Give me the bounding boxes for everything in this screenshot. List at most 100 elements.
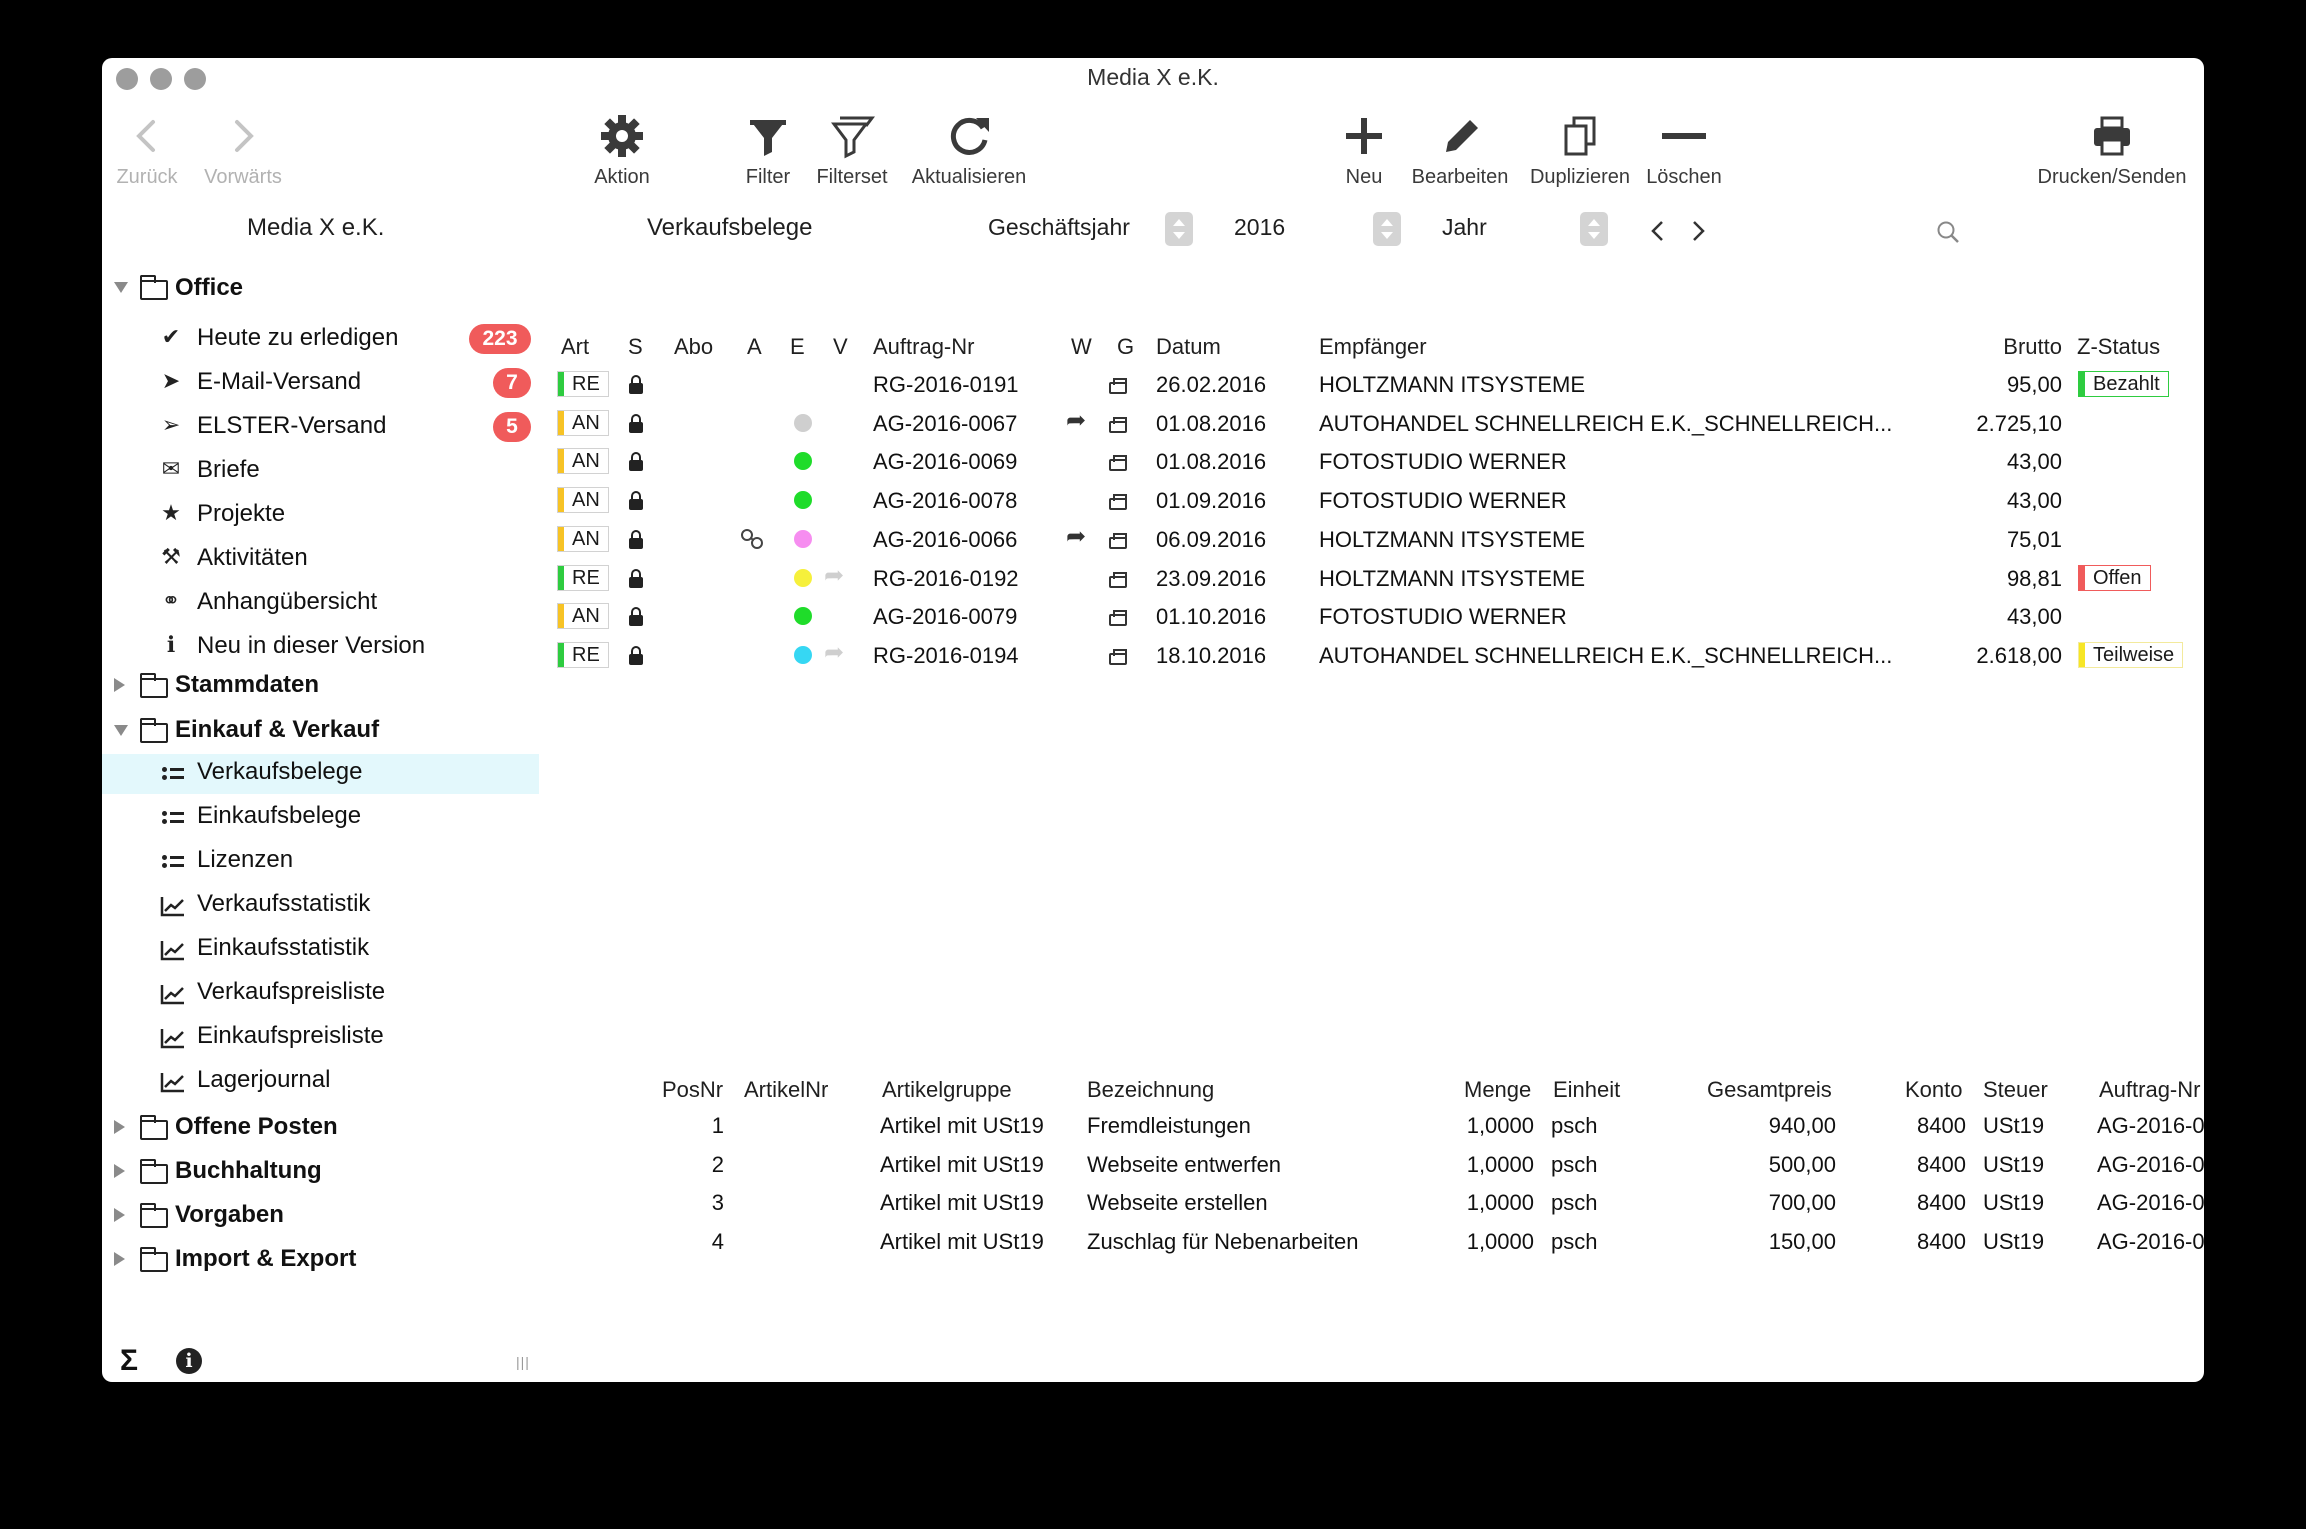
edit-button[interactable]: Bearbeiten: [1402, 110, 1518, 189]
column-header-brutto[interactable]: Brutto: [1902, 334, 2062, 360]
column-header-steuer[interactable]: Steuer: [1983, 1077, 2048, 1103]
recipient: HOLTZMANN ITSYSTEME: [1319, 372, 1586, 397]
disclosure-open-icon[interactable]: [114, 725, 128, 736]
column-header-art[interactable]: Art: [561, 334, 589, 360]
table-row[interactable]: AN AG-2016-0078 01.09.2016 FOTOSTUDIO WERNE…: [542, 482, 2192, 518]
disclosure-closed-icon[interactable]: [114, 1120, 125, 1134]
sidebar-item[interactable]: Einkaufsbelege: [102, 798, 539, 838]
forward-button[interactable]: Vorwärts: [198, 110, 288, 189]
sidebar-item[interactable]: Verkaufsstatistik: [102, 886, 539, 926]
disclosure-open-icon[interactable]: [114, 282, 128, 293]
column-header-e[interactable]: E: [790, 334, 805, 360]
table-row[interactable]: RE ➦ RG-2016-0194 18.10.2016 AUTOHANDEL SCHN…: [542, 637, 2192, 673]
table-row[interactable]: AN AG-2016-0067 ➦ 01.08.2016 AUTOHANDEL SCHN…: [542, 405, 2192, 441]
column-header-konto[interactable]: Konto: [1905, 1077, 1963, 1103]
sidebar-group-stammdaten[interactable]: Stammdaten: [175, 671, 319, 699]
lock-icon: [629, 491, 643, 511]
action-button[interactable]: Aktion: [582, 110, 662, 189]
disclosure-closed-icon[interactable]: [114, 1164, 125, 1178]
column-header-s[interactable]: S: [628, 334, 643, 360]
filter-button[interactable]: Filter: [738, 110, 798, 189]
table-row[interactable]: RE ➦ RG-2016-0192 23.09.2016 HOLTZMANN ITSYS…: [542, 560, 2192, 596]
column-header-datum[interactable]: Datum: [1156, 334, 1221, 360]
next-period-icon[interactable]: [1688, 218, 1708, 244]
column-header-einheit[interactable]: Einheit: [1553, 1077, 1620, 1103]
disclosure-closed-icon[interactable]: [114, 1208, 125, 1222]
sidebar-item[interactable]: Verkaufsbelege: [102, 754, 539, 794]
sidebar-item[interactable]: Einkaufspreisliste: [102, 1018, 539, 1058]
column-header-posnr[interactable]: PosNr: [662, 1077, 723, 1103]
table-row[interactable]: AN AG-2016-0069 01.08.2016 FOTOSTUDIO WERNE…: [542, 443, 2192, 479]
table-row[interactable]: 4 Artikel mit USt19 Zuschlag für Nebenarbe…: [542, 1223, 2204, 1259]
sidebar-item[interactable]: ⚭ Anhangübersicht: [102, 584, 539, 624]
duplicate-button[interactable]: Duplizieren: [1522, 110, 1638, 189]
sidebar-item[interactable]: Lizenzen: [102, 842, 539, 882]
sidebar-item[interactable]: Verkaufspreisliste: [102, 974, 539, 1014]
print-send-button[interactable]: Drucken/Senden: [2032, 110, 2192, 189]
fiscal-label-stepper[interactable]: [1165, 212, 1193, 246]
table-row[interactable]: 2 Artikel mit USt19 Webseite entwerfen 1,00…: [542, 1146, 2204, 1182]
company-name: Media X e.K.: [247, 214, 385, 241]
column-header-nr[interactable]: Auftrag-Nr: [2099, 1077, 2200, 1103]
delete-button[interactable]: Löschen: [1642, 110, 1726, 189]
new-button[interactable]: Neu: [1334, 110, 1394, 189]
refresh-label: Aktualisieren: [911, 166, 1027, 188]
sidebar-item[interactable]: ➢ ELSTER-Versand 5: [102, 408, 539, 448]
column-header-abo[interactable]: Abo: [674, 334, 713, 360]
sidebar-group-import-export[interactable]: Import & Export: [175, 1245, 356, 1273]
sidebar-group-einkauf-verkauf[interactable]: Einkauf & Verkauf: [175, 716, 379, 744]
period-stepper[interactable]: [1580, 212, 1608, 246]
column-header-nr[interactable]: Auftrag-Nr: [873, 334, 974, 360]
column-header-g[interactable]: G: [1117, 334, 1134, 360]
column-header-gesamt[interactable]: Gesamtpreis: [1707, 1077, 1832, 1103]
column-header-a[interactable]: A: [747, 334, 762, 360]
fiscal-year-stepper[interactable]: [1373, 212, 1401, 246]
table-row[interactable]: AN AG-2016-0066 ➦ 06.09.2016 HOLTZMANN ITSYS…: [542, 521, 2192, 557]
printer-icon: [1109, 455, 1127, 472]
sidebar-group-offene-posten[interactable]: Offene Posten: [175, 1113, 338, 1141]
search-icon[interactable]: [1936, 220, 1962, 246]
sidebar-item-label: E-Mail-Versand: [197, 368, 362, 395]
sidebar-item[interactable]: Einkaufsstatistik: [102, 930, 539, 970]
refresh-icon: [950, 117, 989, 155]
send-outline-icon: ➢: [161, 412, 181, 437]
sidebar-item[interactable]: ➤ E-Mail-Versand 7: [102, 364, 539, 404]
back-button[interactable]: Zurück: [112, 110, 182, 189]
column-header-zstatus[interactable]: Z-Status: [2077, 334, 2160, 360]
sidebar-resize-handle[interactable]: |||: [516, 1354, 530, 1370]
sidebar-item[interactable]: ✉ Briefe: [102, 452, 539, 492]
new-label: Neu: [1345, 166, 1383, 188]
previous-period-icon[interactable]: [1648, 218, 1668, 244]
sidebar-item[interactable]: ℹ Neu in dieser Version: [102, 628, 539, 668]
sidebar-item-label: Verkaufspreisliste: [197, 978, 386, 1005]
sidebar-group-vorgaben[interactable]: Vorgaben: [175, 1201, 284, 1229]
sidebar-item[interactable]: Lagerjournal: [102, 1062, 539, 1102]
info-icon[interactable]: i: [176, 1348, 202, 1374]
column-header-empfaenger[interactable]: Empfänger: [1319, 334, 1427, 360]
column-header-artikelnr[interactable]: ArtikelNr: [744, 1077, 828, 1103]
disclosure-closed-icon[interactable]: [114, 678, 125, 692]
description: Webseite erstellen: [1087, 1190, 1268, 1216]
gross-amount: 95,00: [2006, 372, 2062, 397]
filterset-button[interactable]: Filterset: [806, 110, 898, 189]
wrench-icon: ⚒: [161, 544, 181, 569]
table-row[interactable]: AN AG-2016-0079 01.10.2016 FOTOSTUDIO WERNE…: [542, 598, 2192, 634]
sidebar-group-office[interactable]: Office: [175, 274, 243, 302]
column-header-v[interactable]: V: [833, 334, 848, 360]
sidebar-item[interactable]: ⚒ Aktivitäten: [102, 540, 539, 580]
sidebar-group-buchhaltung[interactable]: Buchhaltung: [175, 1157, 322, 1185]
column-header-bez[interactable]: Bezeichnung: [1087, 1077, 1214, 1103]
account: 8400: [1917, 1113, 1966, 1138]
table-row[interactable]: RE RG-2016-0191 26.02.2016 HOLTZMANN ITSYST…: [542, 366, 2192, 402]
column-header-w[interactable]: W: [1071, 334, 1092, 360]
disclosure-closed-icon[interactable]: [114, 1252, 125, 1266]
sum-icon[interactable]: Σ: [120, 1344, 138, 1378]
column-header-menge[interactable]: Menge: [1464, 1077, 1531, 1103]
list-icon: [162, 854, 184, 870]
table-row[interactable]: 3 Artikel mit USt19 Webseite erstellen 1,00…: [542, 1184, 2204, 1220]
refresh-button[interactable]: Aktualisieren: [904, 110, 1034, 189]
sidebar-item[interactable]: ★ Projekte: [102, 496, 539, 536]
column-header-gruppe[interactable]: Artikelgruppe: [882, 1077, 1012, 1103]
sidebar-item[interactable]: ✔ Heute zu erledigen 223: [102, 320, 539, 360]
table-row[interactable]: 1 Artikel mit USt19 Fremdleistungen 1,0000 p…: [542, 1107, 2204, 1143]
